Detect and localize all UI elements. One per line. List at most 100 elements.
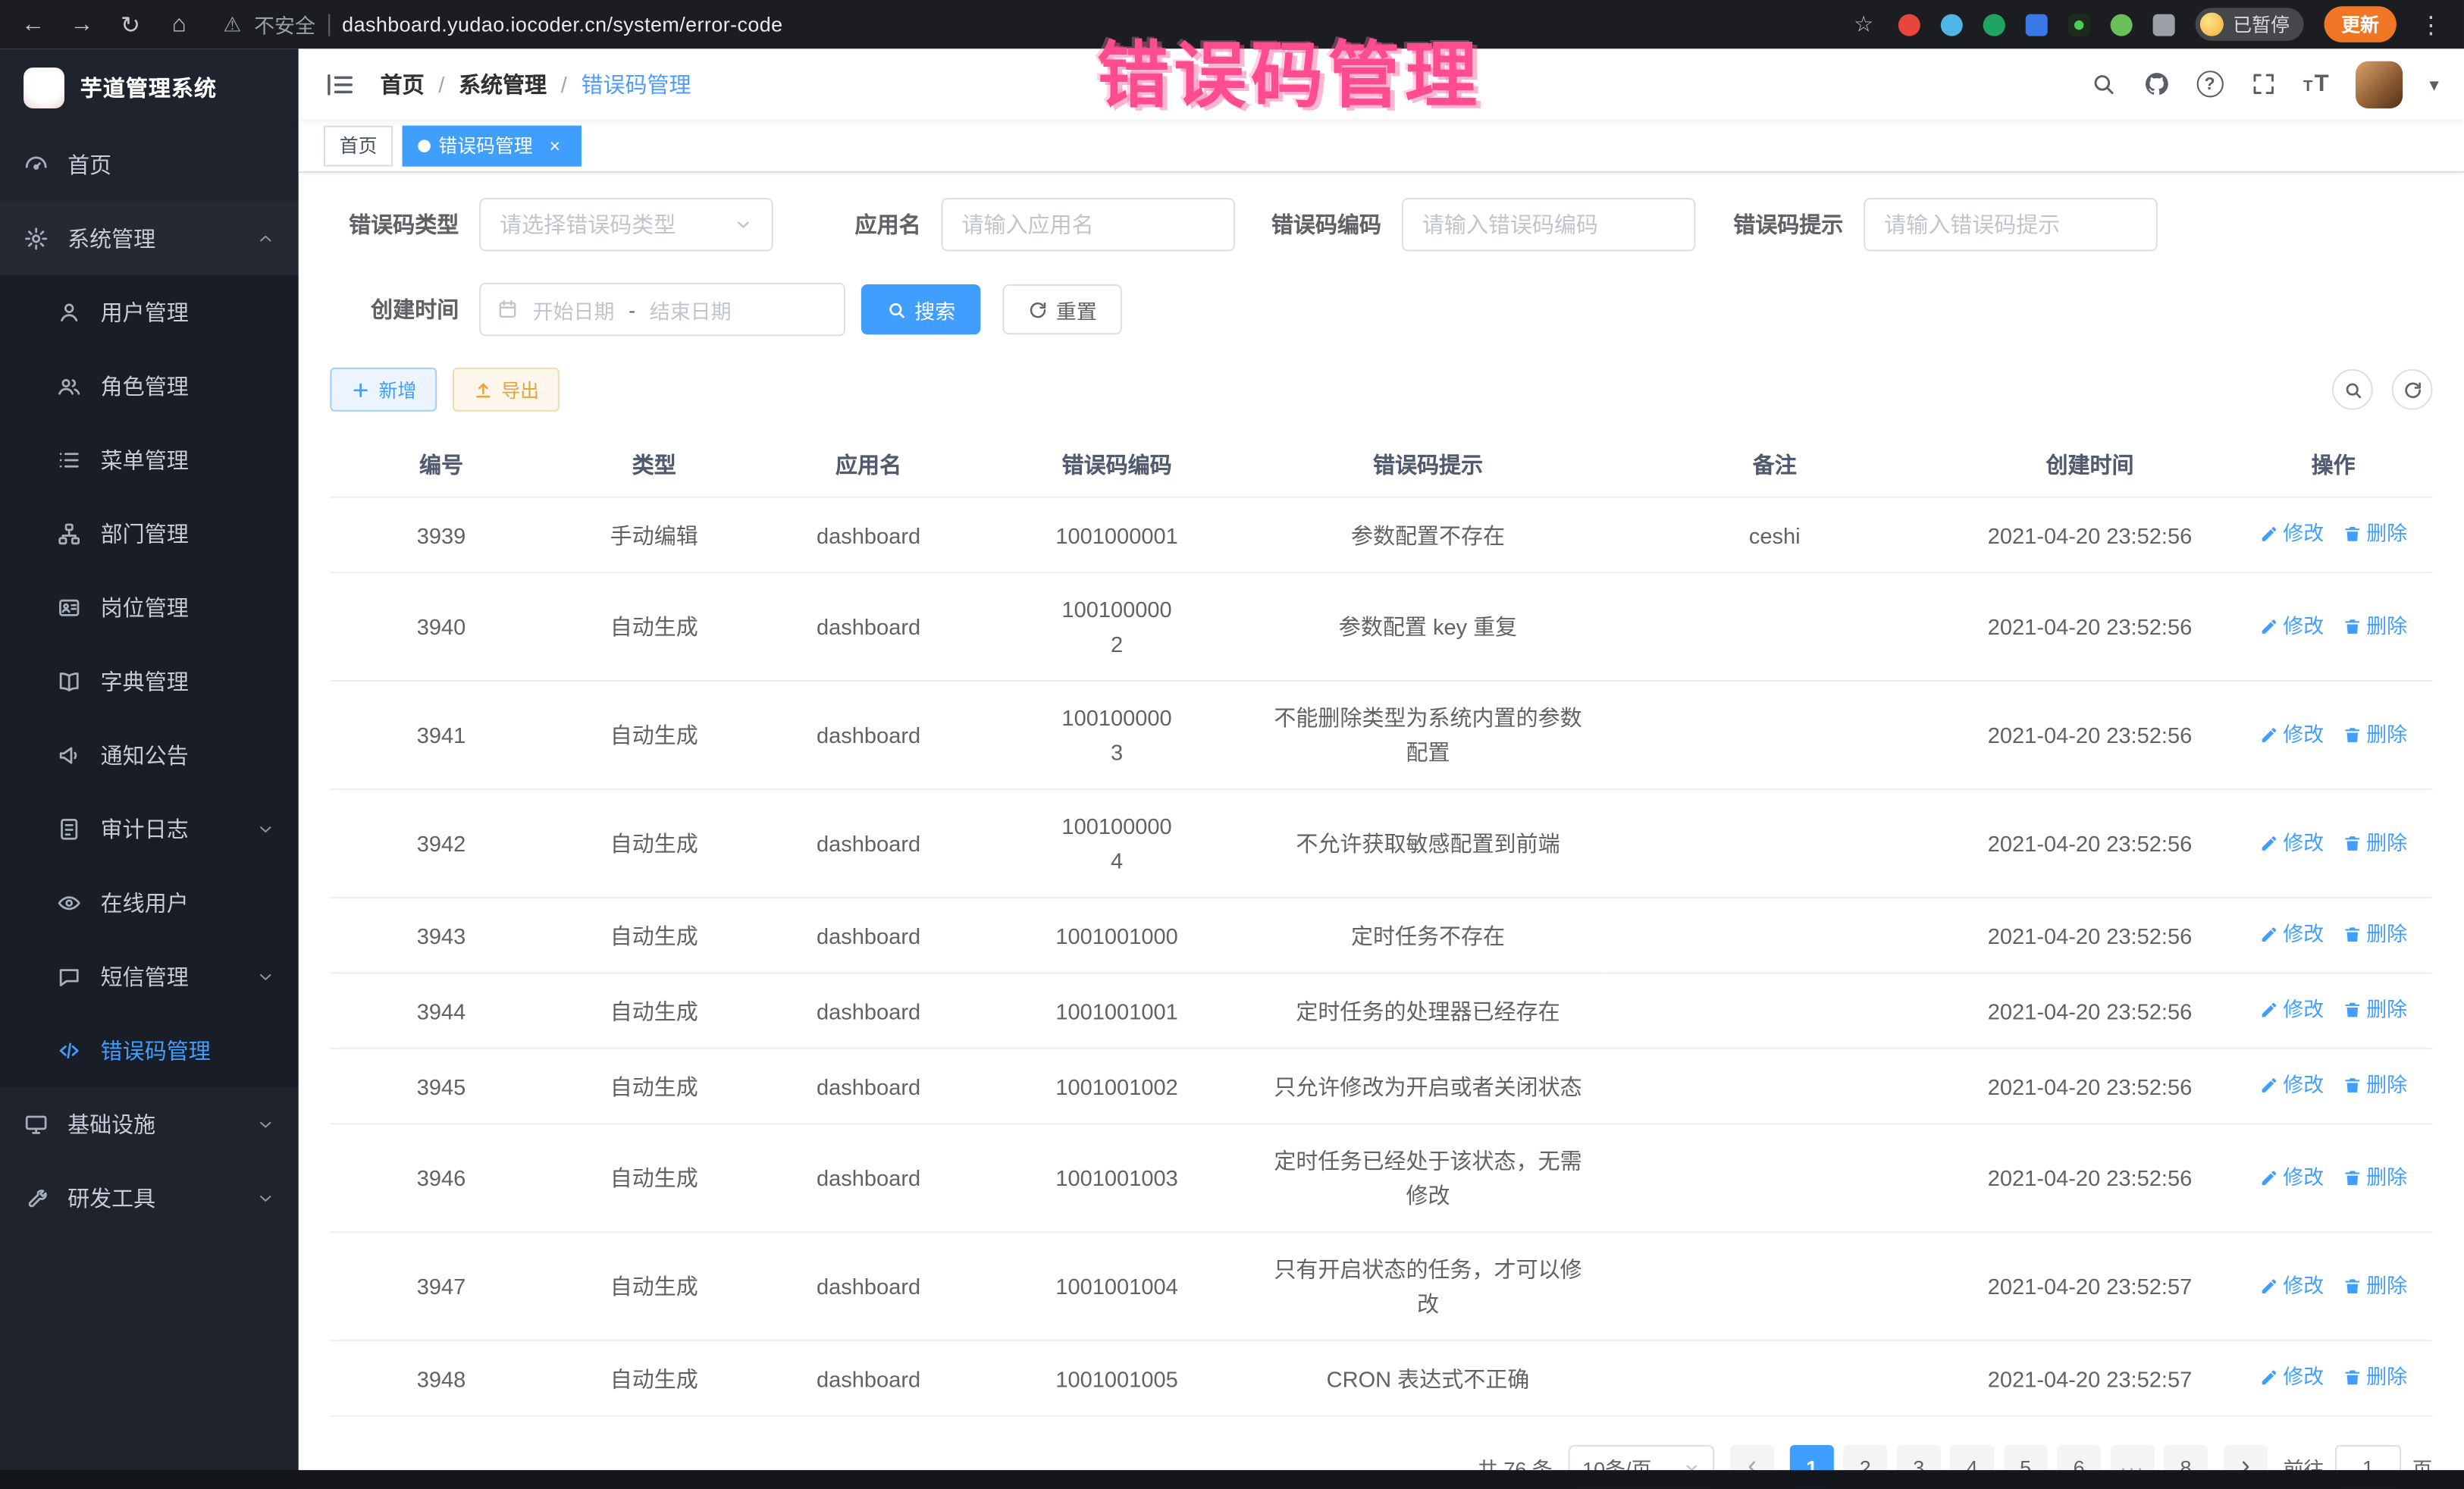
sidebar-item[interactable]: 系统管理 (0, 201, 299, 274)
extension-icon[interactable] (2068, 14, 2090, 36)
app-title: 芋道管理系统 (80, 72, 217, 103)
bookmark-star-icon[interactable]: ☆ (1850, 11, 1878, 38)
export-button[interactable]: 导出 (453, 368, 560, 412)
edit-link[interactable]: 修改 (2259, 717, 2324, 752)
more-menu-icon[interactable]: ⋮ (2417, 10, 2445, 38)
sidebar-item[interactable]: 研发工具 (0, 1161, 299, 1234)
sidebar-logo[interactable]: 芋道管理系统 (0, 49, 299, 127)
sidebar-item[interactable]: 角色管理 (0, 349, 299, 422)
table-cell: 参数配置不存在 (1252, 497, 1604, 572)
table-cell: dashboard (756, 1049, 982, 1124)
calendar-icon (497, 299, 519, 321)
chevron-down-icon (256, 819, 275, 838)
extension-icon[interactable] (1898, 14, 1920, 36)
sidebar-item[interactable]: 菜单管理 (0, 422, 299, 496)
edit-link[interactable]: 修改 (2259, 992, 2324, 1027)
delete-link[interactable]: 删除 (2343, 717, 2407, 752)
fullscreen-icon[interactable] (2249, 71, 2276, 98)
back-icon[interactable]: ← (19, 11, 47, 38)
tab-home[interactable]: 首页 (324, 125, 393, 166)
error-hint-input[interactable] (1864, 198, 2158, 251)
edit-link[interactable]: 修改 (2259, 1068, 2324, 1103)
table-cell: 2021-04-20 23:52:57 (1945, 1232, 2234, 1340)
table-row: 3940自动生成dashboard100100000 2参数配置 key 重复2… (330, 572, 2432, 681)
edit-link[interactable]: 修改 (2259, 1268, 2324, 1303)
delete-link[interactable]: 删除 (2343, 1160, 2407, 1195)
refresh-icon[interactable] (2392, 369, 2433, 410)
sidebar-item[interactable]: 通知公告 (0, 718, 299, 792)
breadcrumb-item[interactable]: 首页 (381, 69, 425, 100)
sidebar-item[interactable]: 首页 (0, 127, 299, 201)
sidebar-item[interactable]: 短信管理 (0, 939, 299, 1013)
table-cell: dashboard (756, 789, 982, 898)
edit-link[interactable]: 修改 (2259, 917, 2324, 952)
add-button[interactable]: 新增 (330, 368, 437, 412)
sidebar-item[interactable]: 基础设施 (0, 1087, 299, 1161)
search-icon[interactable] (2089, 71, 2116, 98)
delete-link[interactable]: 删除 (2343, 1068, 2407, 1103)
delete-link[interactable]: 删除 (2343, 1268, 2407, 1303)
forward-icon[interactable]: → (67, 11, 96, 38)
table-cell (1603, 898, 1945, 973)
sidebar-item[interactable]: 部门管理 (0, 497, 299, 570)
tab-error-code[interactable]: 错误码管理 (403, 125, 582, 166)
address-bar[interactable]: ⚠ 不安全 dashboard.yudao.iocoder.cn/system/… (223, 9, 782, 39)
error-code-input[interactable] (1402, 198, 1696, 251)
sidebar-item[interactable]: 审计日志 (0, 792, 299, 865)
user-avatar[interactable] (2356, 61, 2403, 108)
close-icon[interactable] (544, 135, 566, 157)
table-cell-actions: 修改删除 (2234, 572, 2433, 681)
chevron-down-icon[interactable] (2429, 71, 2439, 99)
profile-chip[interactable]: 已暂停 (2195, 8, 2303, 41)
table-header-cell: 备注 (1603, 434, 1945, 497)
delete-link[interactable]: 删除 (2343, 517, 2407, 552)
breadcrumb-item[interactable]: 系统管理 (459, 69, 547, 100)
extension-icon[interactable] (2111, 14, 2133, 36)
url-text: dashboard.yudao.iocoder.cn/system/error-… (342, 13, 782, 36)
sidebar-item-label: 角色管理 (101, 370, 189, 401)
sidebar-item[interactable]: 岗位管理 (0, 570, 299, 644)
sidebar-item-label: 字典管理 (101, 665, 189, 696)
toggle-search-icon[interactable] (2332, 369, 2373, 410)
github-icon[interactable] (2143, 71, 2170, 98)
app-name-input[interactable] (942, 198, 1236, 251)
delete-link[interactable]: 删除 (2343, 917, 2407, 952)
puzzle-icon[interactable] (2153, 14, 2175, 36)
delete-link[interactable]: 删除 (2343, 826, 2407, 860)
delete-link[interactable]: 删除 (2343, 609, 2407, 644)
update-button[interactable]: 更新 (2324, 6, 2396, 42)
extension-icon[interactable] (1941, 14, 1963, 36)
home-icon[interactable]: ⌂ (165, 11, 193, 38)
font-size-icon[interactable] (2303, 71, 2329, 98)
sidebar-item[interactable]: 用户管理 (0, 275, 299, 349)
table-header-cell: 编号 (330, 434, 552, 497)
sidebar-item[interactable]: 错误码管理 (0, 1013, 299, 1086)
delete-link[interactable]: 删除 (2343, 992, 2407, 1027)
delete-link[interactable]: 删除 (2343, 1360, 2407, 1395)
edit-link[interactable]: 修改 (2259, 1360, 2324, 1395)
edit-icon (2259, 833, 2278, 852)
edit-link[interactable]: 修改 (2259, 517, 2324, 552)
hamburger-icon[interactable] (324, 69, 355, 100)
error-type-select[interactable]: 请选择错误码类型 (479, 198, 773, 251)
table-cell: dashboard (756, 1124, 982, 1232)
reload-icon[interactable]: ↻ (116, 10, 144, 38)
date-range-picker[interactable]: 开始日期 - 结束日期 (479, 283, 845, 336)
search-button[interactable]: 搜索 (861, 284, 981, 334)
sidebar-item[interactable]: 在线用户 (0, 866, 299, 939)
table-cell: 2021-04-20 23:52:56 (1945, 1049, 2234, 1124)
edit-link[interactable]: 修改 (2259, 609, 2324, 644)
window-edge (0, 1470, 2464, 1489)
extension-icon[interactable] (1983, 14, 2005, 36)
table-cell: 1001000001 (981, 497, 1252, 572)
tags-view: 首页 错误码管理 (299, 120, 2464, 173)
tab-label: 首页 (340, 132, 378, 158)
help-icon[interactable] (2196, 71, 2223, 98)
table-row: 3942自动生成dashboard100100000 4不允许获取敏感配置到前端… (330, 789, 2432, 898)
sidebar-item[interactable]: 字典管理 (0, 644, 299, 717)
edit-link[interactable]: 修改 (2259, 1160, 2324, 1195)
table-cell: 自动生成 (553, 898, 756, 973)
extension-icon[interactable] (2026, 14, 2048, 36)
reset-button[interactable]: 重置 (1002, 284, 1122, 334)
edit-link[interactable]: 修改 (2259, 826, 2324, 860)
